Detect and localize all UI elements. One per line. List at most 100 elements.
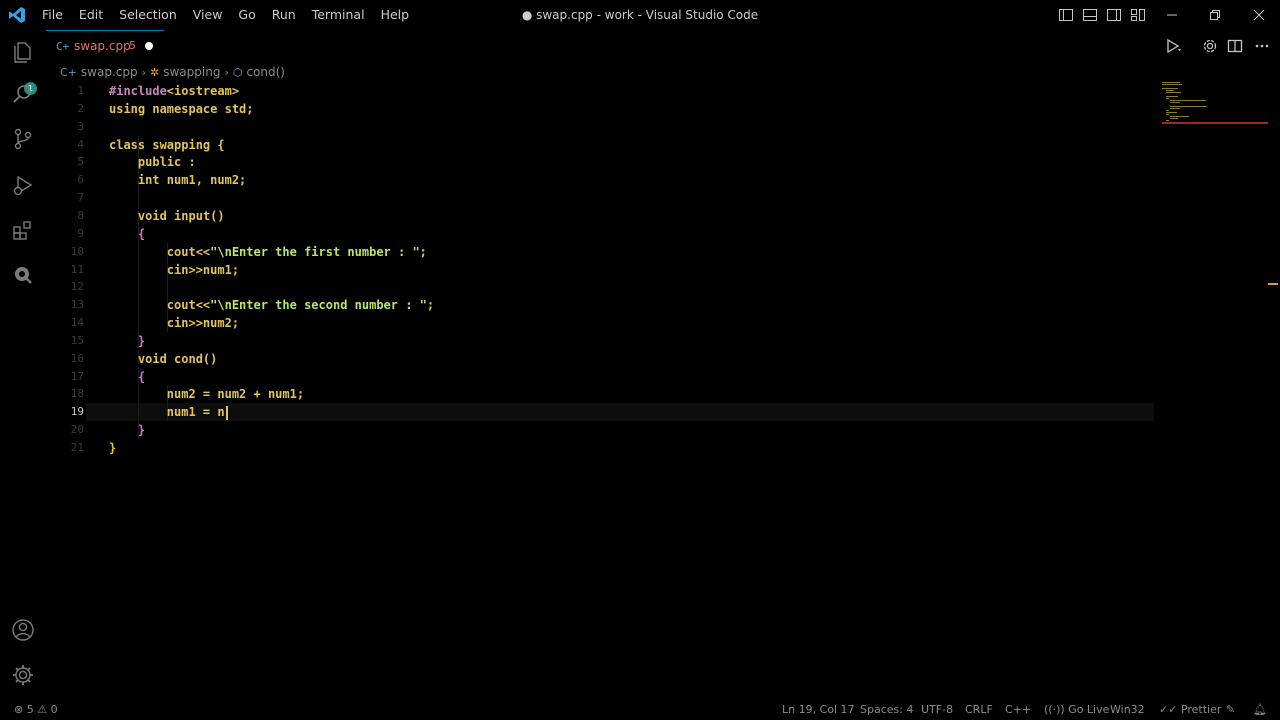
search-icon[interactable] xyxy=(10,81,36,107)
account-icon[interactable] xyxy=(10,617,36,643)
menu-go[interactable]: Go xyxy=(230,0,263,30)
breadcrumb-file[interactable]: C+ swap.cpp xyxy=(60,65,138,79)
title-bar: File Edit Selection View Go Run Terminal… xyxy=(0,0,1280,30)
line-number: 21 xyxy=(70,441,84,454)
code-line[interactable]: } xyxy=(109,421,145,439)
minimap-line xyxy=(1170,116,1189,117)
minimap-line xyxy=(1166,92,1181,93)
minimap-line xyxy=(1170,108,1180,109)
restore-icon[interactable] xyxy=(1205,5,1225,25)
notifications-bell-icon[interactable]: 🔔︎ xyxy=(1253,700,1267,720)
code-line[interactable]: cout<<"\nEnter the second number : "; xyxy=(109,296,434,314)
line-number: 18 xyxy=(70,387,84,401)
code-line[interactable]: cout<<"\nEnter the first number : "; xyxy=(109,243,427,261)
indentation[interactable]: Spaces: 4 xyxy=(860,700,913,720)
line-number: 6 xyxy=(77,173,84,187)
text-cursor xyxy=(225,405,228,420)
minimap-line xyxy=(1170,106,1207,107)
toggle-secondary-sidebar-icon[interactable] xyxy=(1106,7,1122,23)
code-line[interactable]: { xyxy=(109,368,145,386)
line-number: 19 xyxy=(70,405,84,419)
breadcrumb-method-label: cond() xyxy=(246,65,285,79)
code-line[interactable]: cin>>num1; xyxy=(109,261,239,279)
code-line[interactable]: } xyxy=(109,439,116,457)
chevron-right-icon: › xyxy=(224,65,229,79)
problems-status[interactable]: ⊗ 5 ⚠ 0 xyxy=(14,700,58,720)
menu-terminal[interactable]: Terminal xyxy=(304,0,373,30)
tab-problem-count: 5 xyxy=(129,39,136,52)
line-number: 5 xyxy=(77,155,84,169)
run-code-icon[interactable] xyxy=(1164,37,1182,55)
files-icon[interactable] xyxy=(10,39,36,65)
code-line[interactable]: class swapping { xyxy=(109,136,225,154)
editor-settings-gear-icon[interactable] xyxy=(1201,37,1219,55)
go-live-button[interactable]: ((·)) Go Live xyxy=(1044,700,1109,720)
code-line[interactable]: public : xyxy=(109,153,196,171)
line-number: 3 xyxy=(77,119,84,133)
remote-explorer-icon[interactable] xyxy=(10,262,36,288)
code-editor[interactable]: 1 2 3 4 5 6 7 8 9 10 11 12 13 14 15 16 17 18 19 20 21 #inclu… xyxy=(46,82,1156,700)
code-line[interactable]: { xyxy=(109,225,145,243)
menu-edit[interactable]: Edit xyxy=(71,0,111,30)
menu-run[interactable]: Run xyxy=(264,0,304,30)
breadcrumb-method[interactable]: ⬡ cond() xyxy=(233,65,285,79)
source-control-icon[interactable] xyxy=(10,126,36,152)
code-line[interactable]: void input() xyxy=(109,207,225,225)
current-line-highlight xyxy=(86,403,1154,422)
chevron-right-icon: › xyxy=(141,65,146,79)
feedback-icon[interactable]: ✎ xyxy=(1226,700,1235,720)
code-line[interactable]: #include<iostream> xyxy=(109,82,239,100)
code-line[interactable]: int num1, num2; xyxy=(109,171,246,189)
minimap-line xyxy=(1166,110,1169,111)
method-symbol-icon: ⬡ xyxy=(232,65,243,79)
settings-gear-icon[interactable] xyxy=(10,662,36,688)
minimap-line xyxy=(1162,88,1178,89)
end-of-line[interactable]: CRLF xyxy=(965,700,993,720)
platform[interactable]: Win32 xyxy=(1110,700,1145,720)
error-count: 5 xyxy=(26,703,34,716)
scrollbar-cursor-marker[interactable] xyxy=(1268,283,1278,285)
tab-swap-cpp[interactable]: C+ swap.cpp 5 xyxy=(46,30,164,62)
broadcast-icon: ((·)) xyxy=(1044,703,1065,716)
minimap-line xyxy=(1170,118,1178,119)
minimize-icon[interactable] xyxy=(1162,5,1182,25)
minimap-error-marker xyxy=(1162,122,1268,124)
menu-selection[interactable]: Selection xyxy=(111,0,185,30)
toggle-primary-sidebar-icon[interactable] xyxy=(1058,7,1074,23)
minimap-line xyxy=(1166,96,1178,97)
minimap[interactable] xyxy=(1156,82,1268,700)
menu-view[interactable]: View xyxy=(185,0,231,30)
breadcrumb: C+ swap.cpp › ✲ swapping › ⬡ cond() xyxy=(60,62,285,82)
code-line[interactable]: using namespace std; xyxy=(109,100,254,118)
code-line[interactable]: } xyxy=(109,332,145,350)
minimap-line xyxy=(1170,102,1180,103)
go-live-label: Go Live xyxy=(1068,703,1110,716)
code-line[interactable]: void cond() xyxy=(109,350,217,368)
minimap-line xyxy=(1170,100,1206,101)
prettier-button[interactable]: ✓✓ Prettier xyxy=(1159,700,1221,720)
breadcrumb-class[interactable]: ✲ swapping xyxy=(150,65,220,79)
unsaved-dot-icon[interactable] xyxy=(145,42,153,50)
breadcrumb-file-label: swap.cpp xyxy=(80,65,138,79)
run-debug-icon[interactable] xyxy=(10,172,36,198)
customize-layout-icon[interactable] xyxy=(1130,7,1146,23)
menu-file[interactable]: File xyxy=(34,0,71,30)
cursor-position[interactable]: Ln 19, Col 17 xyxy=(782,700,855,720)
minimap-line xyxy=(1166,120,1169,121)
error-icon: ⊗ xyxy=(14,703,24,716)
extensions-icon[interactable] xyxy=(10,218,36,244)
close-icon[interactable] xyxy=(1249,5,1269,25)
encoding[interactable]: UTF-8 xyxy=(921,700,953,720)
menu-help[interactable]: Help xyxy=(373,0,418,30)
minimap-line xyxy=(1166,114,1169,115)
code-line[interactable]: num2 = num2 + num1; xyxy=(109,385,304,403)
warning-count: 0 xyxy=(50,703,58,716)
split-editor-icon[interactable] xyxy=(1226,37,1244,55)
toggle-panel-icon[interactable] xyxy=(1082,7,1098,23)
code-line[interactable]: cin>>num2; xyxy=(109,314,239,332)
line-number: 13 xyxy=(70,298,84,312)
cpp-file-icon: C+ xyxy=(56,40,70,53)
language-mode[interactable]: C++ xyxy=(1005,700,1031,720)
code-line[interactable]: num1 = n xyxy=(109,403,228,421)
more-actions-icon[interactable] xyxy=(1253,37,1271,55)
